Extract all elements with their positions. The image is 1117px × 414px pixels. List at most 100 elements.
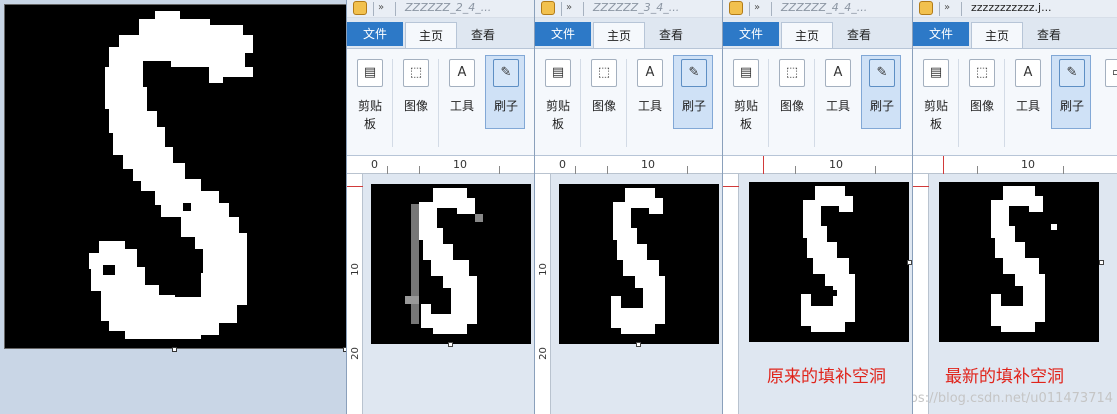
tools-group[interactable]: A 工具 bbox=[1007, 53, 1047, 151]
horizontal-ruler: 10 bbox=[913, 156, 1117, 174]
clipboard-group[interactable]: ▤ 剪贴板 bbox=[725, 53, 765, 151]
ribbon-divider bbox=[580, 59, 581, 147]
image-canvas[interactable] bbox=[939, 182, 1099, 342]
image-label: 图像 bbox=[591, 99, 616, 113]
shape-icon: ▭ bbox=[1105, 59, 1117, 87]
brush-group[interactable]: ✎ 刷子 bbox=[673, 53, 713, 151]
large-s-noise-1 bbox=[211, 277, 221, 285]
title-separator bbox=[373, 2, 374, 16]
tab-home[interactable]: 主页 bbox=[405, 22, 457, 48]
window-title: ZZZZZZ_4_4_... bbox=[781, 1, 868, 14]
text-tool-icon: A bbox=[449, 59, 475, 87]
image-canvas[interactable] bbox=[559, 184, 719, 344]
brush-label: 刷子 bbox=[869, 99, 894, 113]
clipboard-icon: ▤ bbox=[357, 59, 383, 87]
ruler-marker bbox=[763, 156, 764, 174]
large-s-noise-2 bbox=[183, 203, 191, 211]
ruler-label: 20 bbox=[349, 347, 361, 360]
tools-label: 工具 bbox=[825, 99, 850, 113]
ruler-label: 10 bbox=[1021, 158, 1035, 171]
ribbon-divider bbox=[814, 59, 815, 147]
image-group[interactable]: ⬚ 图像 bbox=[583, 53, 623, 151]
ruler-marker bbox=[913, 186, 929, 187]
ruler-tick bbox=[575, 166, 576, 174]
ruler-label: 0 bbox=[371, 158, 378, 171]
overflow-group[interactable]: ▭ bbox=[1097, 53, 1117, 151]
image-group[interactable]: ⬚ 图像 bbox=[771, 53, 811, 151]
brush-group[interactable]: ✎ 刷子 bbox=[1051, 53, 1091, 151]
ruler-tick bbox=[687, 166, 688, 174]
ruler-label: 10 bbox=[537, 263, 549, 276]
title-bar: » zzzzzzzzzzz.j... bbox=[913, 0, 1117, 18]
large-s-glyph bbox=[89, 11, 253, 339]
s-glyph-blurred bbox=[405, 188, 483, 334]
tab-file[interactable]: 文件 bbox=[913, 22, 969, 46]
tools-group[interactable]: A 工具 bbox=[629, 53, 669, 151]
clipboard-label: 剪贴板 bbox=[357, 99, 382, 131]
overflow-arrow-icon[interactable]: » bbox=[944, 1, 950, 15]
title-separator bbox=[939, 2, 940, 16]
s-glyph-filled-old bbox=[801, 186, 855, 332]
ruler-tick bbox=[875, 166, 876, 174]
title-separator bbox=[771, 2, 772, 16]
tab-view[interactable]: 查看 bbox=[1023, 22, 1075, 48]
select-rectangle-icon: ⬚ bbox=[969, 59, 995, 87]
tab-home[interactable]: 主页 bbox=[593, 22, 645, 48]
clipboard-icon: ▤ bbox=[923, 59, 949, 87]
resize-handle[interactable] bbox=[448, 342, 453, 347]
image-label: 图像 bbox=[969, 99, 994, 113]
paint-palette-icon[interactable] bbox=[353, 1, 367, 15]
paint-window-2: » ZZZZZZ_3_4_... 文件 主页 查看 ▤ 剪贴板 ⬚ 图像 A 工… bbox=[534, 0, 722, 414]
s-pixel-white bbox=[1051, 224, 1057, 230]
s-shape bbox=[419, 188, 477, 334]
resize-handle[interactable] bbox=[636, 342, 641, 347]
overflow-arrow-icon[interactable]: » bbox=[754, 1, 760, 15]
tab-home[interactable]: 主页 bbox=[971, 22, 1023, 48]
paint-palette-icon[interactable] bbox=[919, 1, 933, 15]
large-s-canvas bbox=[4, 4, 348, 349]
caption-new-fill: 最新的填补空洞 bbox=[945, 367, 1064, 387]
tab-file[interactable]: 文件 bbox=[347, 22, 403, 46]
window-title: zzzzzzzzzzz.j... bbox=[971, 1, 1052, 14]
brush-group[interactable]: ✎ 刷子 bbox=[485, 53, 525, 151]
ruler-label: 20 bbox=[537, 347, 549, 360]
s-pixel-gray bbox=[475, 214, 483, 222]
clipboard-group[interactable]: ▤ 剪贴板 bbox=[537, 53, 577, 151]
select-rectangle-icon: ⬚ bbox=[403, 59, 429, 87]
resize-handle[interactable] bbox=[172, 347, 177, 352]
overflow-arrow-icon[interactable]: » bbox=[566, 1, 572, 15]
clipboard-group[interactable]: ▤ 剪贴板 bbox=[915, 53, 955, 151]
paint-palette-icon[interactable] bbox=[729, 1, 743, 15]
image-canvas[interactable] bbox=[749, 182, 909, 342]
large-s-noise-3 bbox=[103, 265, 115, 275]
vertical-ruler: 10 20 bbox=[347, 174, 363, 414]
image-group[interactable]: ⬚ 图像 bbox=[395, 53, 435, 151]
brush-label: 刷子 bbox=[493, 99, 518, 113]
tools-label: 工具 bbox=[1015, 99, 1040, 113]
overflow-arrow-icon[interactable]: » bbox=[378, 1, 384, 15]
s-shape bbox=[611, 188, 665, 334]
clipboard-icon: ▤ bbox=[733, 59, 759, 87]
clipboard-group[interactable]: ▤ 剪贴板 bbox=[349, 53, 389, 151]
image-canvas[interactable] bbox=[371, 184, 531, 344]
tab-view[interactable]: 查看 bbox=[457, 22, 509, 48]
ribbon: ▤ 剪贴板 ⬚ 图像 A 工具 ✎ 刷子 bbox=[723, 48, 912, 156]
ribbon-tabs: 文件 主页 查看 bbox=[913, 22, 1117, 48]
tab-file[interactable]: 文件 bbox=[723, 22, 779, 46]
s-hole bbox=[831, 290, 837, 296]
ruler-marker bbox=[347, 186, 363, 187]
tab-home[interactable]: 主页 bbox=[781, 22, 833, 48]
tab-view[interactable]: 查看 bbox=[645, 22, 697, 48]
title-separator bbox=[395, 2, 396, 16]
tools-group[interactable]: A 工具 bbox=[817, 53, 857, 151]
text-tool-icon: A bbox=[825, 59, 851, 87]
paint-palette-icon[interactable] bbox=[541, 1, 555, 15]
resize-handle[interactable] bbox=[1099, 260, 1104, 265]
ribbon-divider bbox=[1004, 59, 1005, 147]
select-rectangle-icon: ⬚ bbox=[779, 59, 805, 87]
tools-group[interactable]: A 工具 bbox=[441, 53, 481, 151]
brush-group[interactable]: ✎ 刷子 bbox=[861, 53, 901, 151]
tab-view[interactable]: 查看 bbox=[833, 22, 885, 48]
tab-file[interactable]: 文件 bbox=[535, 22, 591, 46]
image-group[interactable]: ⬚ 图像 bbox=[961, 53, 1001, 151]
